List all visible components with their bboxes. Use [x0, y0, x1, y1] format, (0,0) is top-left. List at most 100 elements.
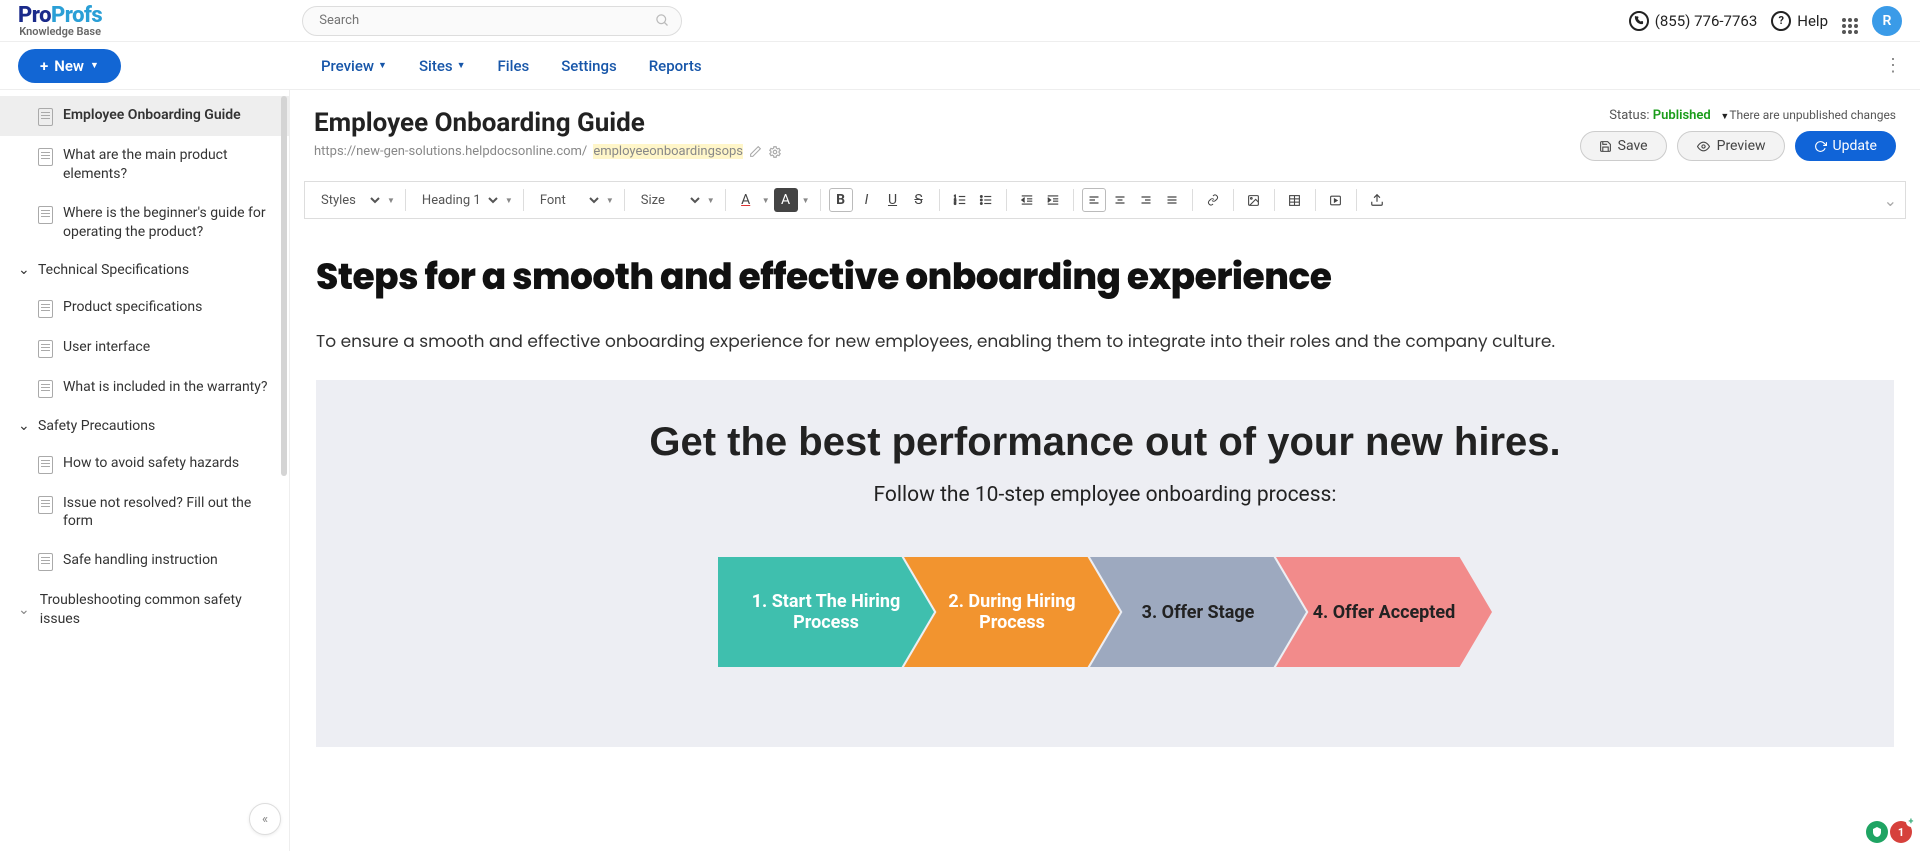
nav-label: Sites	[419, 57, 453, 75]
unordered-list-button[interactable]	[974, 188, 998, 212]
save-button[interactable]: Save	[1580, 131, 1667, 161]
scrollbar[interactable]	[281, 96, 287, 476]
table-button[interactable]	[1283, 188, 1307, 212]
editor-toolbar: Styles▼ Heading 1▼ Font▼ Size▼ A▼ A▼ B I…	[304, 181, 1906, 219]
italic-button[interactable]: I	[855, 188, 879, 212]
document-icon	[38, 108, 53, 126]
upload-button[interactable]	[1365, 188, 1389, 212]
nav-label: Preview	[321, 57, 374, 75]
phone-icon	[1629, 11, 1649, 31]
help-icon: ?	[1771, 11, 1791, 31]
editor-body[interactable]: Steps for a smooth and effective onboard…	[290, 219, 1920, 777]
bold-button[interactable]: B	[829, 188, 853, 212]
image-button[interactable]	[1242, 188, 1266, 212]
collapse-sidebar-button[interactable]: «	[249, 803, 281, 835]
align-justify-button[interactable]	[1160, 188, 1184, 212]
sidebar-item-safe-handling[interactable]: Safe handling instruction	[0, 541, 289, 581]
sidebar-item-label: Product specifications	[63, 298, 202, 317]
bg-color-button[interactable]: A	[774, 188, 798, 212]
chevron-down-icon: ▼	[457, 60, 466, 71]
sidebar-section-title: Safety Precautions	[38, 418, 155, 434]
separator	[939, 189, 940, 211]
strike-button[interactable]: S	[907, 188, 931, 212]
sidebar-item-warranty[interactable]: What is included in the warranty?	[0, 368, 289, 408]
step-4: 4. Offer Accepted	[1276, 557, 1492, 667]
infographic-title: Get the best performance out of your new…	[376, 420, 1834, 465]
apps-menu[interactable]	[1842, 7, 1858, 34]
format-select[interactable]: Heading 1	[414, 192, 501, 209]
video-button[interactable]	[1324, 188, 1348, 212]
separator	[1233, 189, 1234, 211]
underline-button[interactable]: U	[881, 188, 905, 212]
search-icon[interactable]	[655, 13, 670, 28]
align-left-button[interactable]	[1082, 188, 1106, 212]
nav-files[interactable]: Files	[498, 57, 530, 75]
separator	[1073, 189, 1074, 211]
sidebar-item-onboarding-guide[interactable]: Employee Onboarding Guide	[0, 96, 289, 136]
toolbar-expand-button[interactable]: ⌄	[1884, 191, 1897, 210]
step-2: 2. During Hiring Process	[904, 557, 1120, 667]
nav-label: Files	[498, 57, 530, 75]
notification-badge[interactable]: 1	[1890, 821, 1912, 843]
document-icon	[38, 300, 53, 318]
svg-text:3: 3	[954, 202, 956, 206]
search-wrap	[302, 6, 682, 36]
top-header: ProProfs Knowledge Base (855) 776-7763 ?…	[0, 0, 1920, 42]
separator	[1006, 189, 1007, 211]
nav-sites[interactable]: Sites ▼	[419, 57, 466, 75]
shield-badge-icon[interactable]	[1866, 821, 1888, 843]
dropdown-caret-icon: ▼	[385, 196, 397, 205]
new-button-label: New	[54, 57, 84, 75]
styles-select[interactable]: Styles	[313, 192, 383, 209]
url-settings-icon[interactable]	[768, 145, 782, 159]
align-right-button[interactable]	[1134, 188, 1158, 212]
nav-preview[interactable]: Preview▼	[321, 57, 387, 75]
logo[interactable]: ProProfs Knowledge Base	[18, 3, 102, 38]
apps-grid-icon	[1842, 18, 1858, 34]
new-button[interactable]: + New ▼	[18, 49, 121, 83]
url-slug[interactable]: employeeonboardingsops	[593, 144, 743, 159]
sidebar-item-beginners-guide[interactable]: Where is the beginner's guide for operat…	[0, 194, 289, 252]
font-select[interactable]: Font	[532, 192, 602, 209]
separator	[1356, 189, 1357, 211]
outdent-button[interactable]	[1015, 188, 1039, 212]
phone-number[interactable]: (855) 776-7763	[1629, 11, 1758, 31]
chevron-down-icon: ▼	[90, 60, 99, 71]
update-button[interactable]: Update	[1795, 131, 1896, 161]
avatar[interactable]: R	[1872, 6, 1902, 36]
sidebar-item-label: User interface	[63, 338, 150, 357]
nav-settings[interactable]: Settings	[561, 57, 617, 75]
document-icon	[38, 456, 53, 474]
edit-slug-icon[interactable]	[749, 145, 762, 158]
sidebar-item-label: Safe handling instruction	[63, 551, 218, 570]
align-center-button[interactable]	[1108, 188, 1132, 212]
sidebar-item-troubleshooting[interactable]: ⌄ Troubleshooting common safety issues	[0, 581, 289, 639]
sidebar-section-title: Technical Specifications	[38, 262, 189, 278]
preview-button[interactable]: Preview	[1677, 131, 1785, 161]
sidebar-section-technical[interactable]: ⌄ Technical Specifications	[0, 252, 289, 288]
sidebar-item-product-specs[interactable]: Product specifications	[0, 288, 289, 328]
content-lead: To ensure a smooth and effective onboard…	[316, 328, 1894, 354]
nav-label: Reports	[649, 57, 702, 75]
search-input[interactable]	[302, 6, 682, 36]
save-icon	[1599, 140, 1612, 153]
sidebar-section-safety[interactable]: ⌄ Safety Precautions	[0, 408, 289, 444]
caret-down-icon[interactable]: ▼	[1720, 112, 1729, 122]
eye-icon	[1696, 140, 1711, 153]
page-title: Employee Onboarding Guide	[314, 108, 782, 138]
sidebar-item-issue-form[interactable]: Issue not resolved? Fill out the form	[0, 484, 289, 542]
nav-reports[interactable]: Reports	[649, 57, 702, 75]
text-color-button[interactable]: A	[734, 188, 758, 212]
sidebar-item-safety-hazards[interactable]: How to avoid safety hazards	[0, 444, 289, 484]
ordered-list-button[interactable]: 123	[948, 188, 972, 212]
sidebar-item-product-elements[interactable]: What are the main product elements?	[0, 136, 289, 194]
help-link[interactable]: ? Help	[1771, 11, 1828, 31]
sidebar-item-user-interface[interactable]: User interface	[0, 328, 289, 368]
indent-button[interactable]	[1041, 188, 1065, 212]
separator	[1315, 189, 1316, 211]
more-menu[interactable]: ⋮	[1884, 55, 1902, 76]
size-select[interactable]: Size	[633, 192, 703, 209]
unpublished-note: There are unpublished changes	[1729, 108, 1896, 122]
sidebar-item-label: Where is the beginner's guide for operat…	[63, 204, 275, 242]
link-button[interactable]	[1201, 188, 1225, 212]
